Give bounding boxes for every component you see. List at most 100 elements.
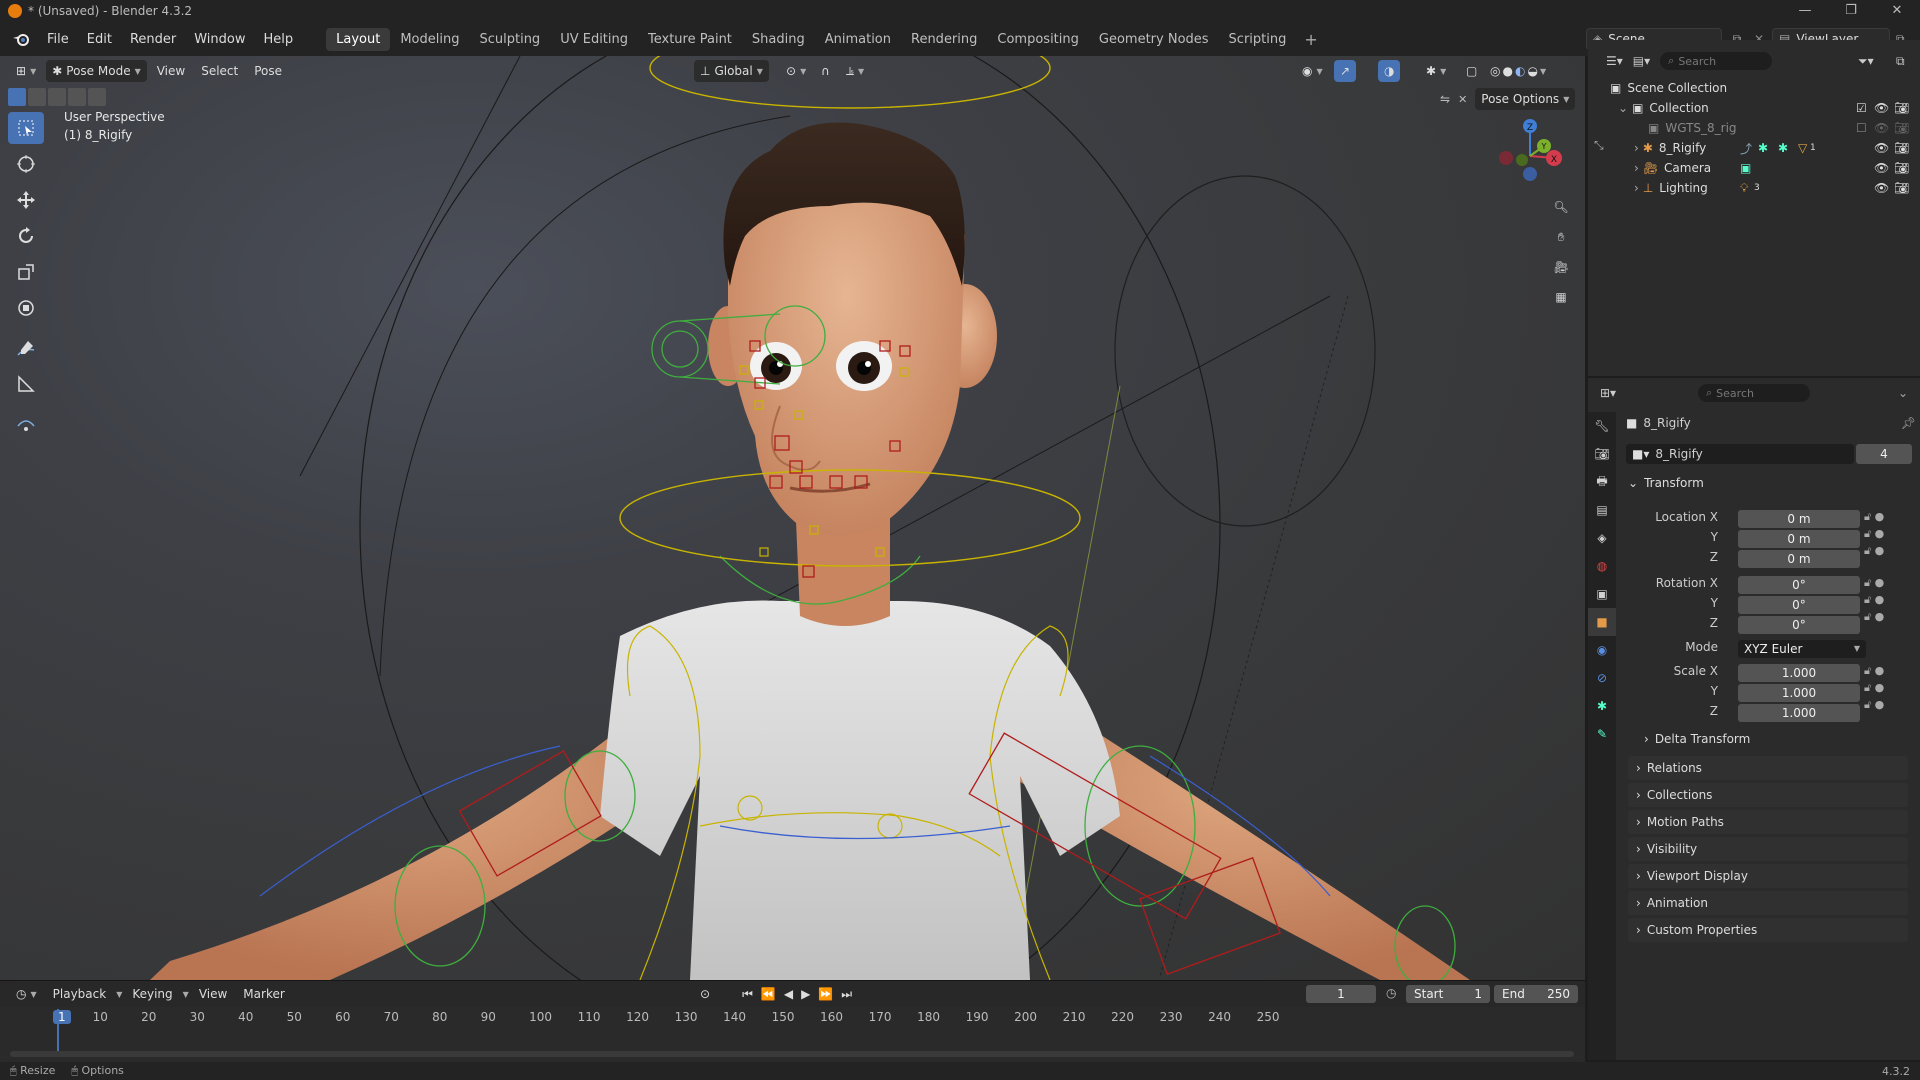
3d-viewport[interactable]: ⊞ ▼ ✱ Pose Mode ▼ View Select Pose ⊥ Glob… — [0, 56, 1585, 980]
material-shading-icon[interactable]: ◐ — [1515, 64, 1525, 78]
menu-render[interactable]: Render — [121, 32, 185, 47]
bone-overlay-button[interactable]: ✱ ▼ — [1420, 60, 1452, 82]
add-workspace-button[interactable]: + — [1296, 30, 1325, 49]
start-frame-field[interactable]: Start 1 — [1406, 985, 1490, 1003]
rotation-mode-select[interactable]: XYZ Euler ▼ — [1738, 640, 1866, 658]
pose-icon[interactable]: ⤴ — [1740, 140, 1752, 157]
lock-icon[interactable]: 🔓︎ ● — [1864, 610, 1884, 624]
outliner-row-scene-collection[interactable]: ▣ Scene Collection — [1588, 78, 1920, 98]
world-tab-icon[interactable]: ◍ — [1588, 552, 1616, 580]
expand-chevron-icon[interactable]: › — [1634, 181, 1639, 195]
object-datablock-field[interactable]: ■▾ 8_Rigify — [1626, 444, 1854, 464]
visibility-selector[interactable]: ◉ ▼ — [1296, 60, 1329, 82]
select-subtract-icon[interactable] — [48, 88, 66, 106]
play-reverse-icon[interactable]: ◀ — [784, 987, 793, 1001]
panel-animation[interactable]: › Animation — [1628, 891, 1908, 915]
pan-hand-icon[interactable]: ✋︎ — [1548, 224, 1574, 250]
tab-shading[interactable]: Shading — [742, 28, 815, 51]
users-count[interactable]: 4 — [1856, 444, 1912, 464]
menu-file[interactable]: File — [38, 32, 78, 47]
viewport-menu-select[interactable]: Select — [195, 60, 244, 82]
zoom-icon[interactable]: 🔍︎ — [1548, 194, 1574, 220]
maximize-button[interactable]: ❐ — [1828, 0, 1874, 22]
timeline-menu-view[interactable]: View — [193, 983, 233, 1005]
scene-tab-icon[interactable]: ◈ — [1588, 524, 1616, 552]
prev-keyframe-icon[interactable]: ⏪ — [761, 987, 776, 1001]
close-window-button[interactable]: ✕ — [1874, 0, 1920, 22]
tab-modeling[interactable]: Modeling — [390, 28, 469, 51]
output-tab-icon[interactable]: 🖶︎ — [1588, 468, 1616, 496]
move-tool[interactable] — [8, 184, 44, 216]
lock-icon[interactable]: 🔓︎ ● — [1864, 698, 1884, 712]
constraints-tab-icon[interactable]: ⊘ — [1588, 664, 1616, 692]
timeline-editor-type[interactable]: ◷ ▼ — [10, 983, 43, 1005]
relax-pose-tool[interactable] — [8, 408, 44, 440]
timeline-scrollbar[interactable] — [10, 1051, 1574, 1057]
snap-target-button[interactable]: ⫡ ▼ — [840, 60, 870, 82]
render-camera-icon[interactable]: 📷︎ — [1894, 101, 1909, 115]
timeline-menu-marker[interactable]: Marker — [237, 983, 290, 1005]
lock-icon[interactable]: 🔓︎ ● — [1864, 576, 1884, 590]
transform-orientation-selector[interactable]: ⊥ Global ▼ — [694, 60, 769, 82]
lock-icon[interactable]: 🔓︎ ● — [1864, 544, 1884, 558]
scale-tool[interactable] — [8, 256, 44, 288]
tab-compositing[interactable]: Compositing — [987, 28, 1089, 51]
select-extend-icon[interactable] — [28, 88, 46, 106]
new-collection-icon[interactable]: ⧉ — [1896, 54, 1905, 69]
tab-scripting[interactable]: Scripting — [1219, 28, 1297, 51]
panel-visibility[interactable]: › Visibility — [1628, 837, 1908, 861]
visibility-eye-icon[interactable]: 👁︎ — [1874, 101, 1889, 115]
wireframe-shading-icon[interactable]: ◎ — [1490, 64, 1500, 78]
ortho-grid-icon[interactable]: ▦ — [1548, 284, 1574, 310]
rotate-tool[interactable] — [8, 220, 44, 252]
play-icon[interactable]: ▶ — [801, 987, 810, 1001]
expand-chevron-icon[interactable]: › — [1634, 141, 1639, 155]
tab-geometry-nodes[interactable]: Geometry Nodes — [1089, 28, 1219, 51]
options-chevron-icon[interactable]: ⌄ — [1898, 386, 1908, 400]
filter-icon[interactable]: ⏷▾ — [1858, 54, 1874, 69]
render-camera-icon[interactable]: 📷︎ — [1894, 141, 1909, 155]
panel-custom-properties[interactable]: › Custom Properties — [1628, 918, 1908, 942]
solid-shading-icon[interactable]: ● — [1502, 64, 1512, 78]
timeline-menu-playback[interactable]: Playback — [47, 983, 113, 1005]
transform-panel-header[interactable]: ⌄ Transform — [1628, 476, 1704, 490]
lock-icon[interactable]: 🔓︎ ● — [1864, 593, 1884, 607]
bone-icon[interactable]: ✱ — [1778, 141, 1788, 155]
gizmo-toggle[interactable]: ↗ — [1334, 60, 1357, 82]
outliner-row-lighting[interactable]: › ⊥ Lighting 💡︎ 3 👁︎ 📷︎ — [1588, 178, 1920, 198]
mode-selector[interactable]: ✱ Pose Mode ▼ — [46, 60, 147, 82]
select-difference-icon[interactable] — [68, 88, 86, 106]
outliner-row-camera[interactable]: › 🎥︎ Camera ▣ 👁︎ 📷︎ — [1588, 158, 1920, 178]
location-z-field[interactable]: 0 m — [1738, 550, 1860, 568]
panel-viewport-display[interactable]: › Viewport Display — [1628, 864, 1908, 888]
armature-data-icon[interactable]: ✱ — [1758, 141, 1768, 155]
rendered-shading-icon[interactable]: ◒ — [1527, 64, 1537, 78]
tab-texture-paint[interactable]: Texture Paint — [638, 28, 742, 51]
viewport-menu-pose[interactable]: Pose — [248, 60, 288, 82]
pose-options-button[interactable]: Pose Options ▼ — [1475, 88, 1576, 110]
display-mode-icon[interactable]: ▤▾ — [1633, 54, 1650, 68]
tab-layout[interactable]: Layout — [326, 27, 391, 51]
close-x-icon[interactable]: ✕ — [1458, 93, 1467, 106]
visibility-eye-icon[interactable]: 👁︎ — [1874, 181, 1889, 195]
panel-motion-paths[interactable]: › Motion Paths — [1628, 810, 1908, 834]
location-x-field[interactable]: 0 m — [1738, 510, 1860, 528]
tab-animation[interactable]: Animation — [815, 28, 901, 51]
camera-view-icon[interactable]: 🎥︎ — [1548, 254, 1574, 280]
navigation-gizmo[interactable]: Z X Y — [1490, 108, 1570, 198]
tool-tab-icon[interactable]: 🔧︎ — [1588, 412, 1616, 440]
scale-y-field[interactable]: 1.000 — [1738, 684, 1860, 702]
outliner-search[interactable]: ⌕ Search — [1660, 52, 1773, 70]
view-layer-tab-icon[interactable]: ▤ — [1588, 496, 1616, 524]
jump-end-icon[interactable]: ⏭ — [841, 987, 852, 1002]
pivot-point-button[interactable]: ⊙ ▼ — [780, 60, 812, 82]
checkbox-icon[interactable]: ☑ — [1856, 101, 1867, 115]
jump-start-icon[interactable]: ⏮ — [742, 987, 753, 1002]
transform-tool[interactable] — [8, 292, 44, 324]
checkbox-empty-icon[interactable]: ☐ — [1856, 121, 1867, 135]
xray-toggle[interactable]: ▢ — [1460, 60, 1483, 82]
select-intersect-icon[interactable] — [88, 88, 106, 106]
camera-data-icon[interactable]: ▣ — [1740, 161, 1751, 175]
visibility-eye-icon[interactable]: 👁︎ — [1874, 161, 1889, 175]
render-camera-icon[interactable]: 📷︎ — [1894, 161, 1909, 175]
